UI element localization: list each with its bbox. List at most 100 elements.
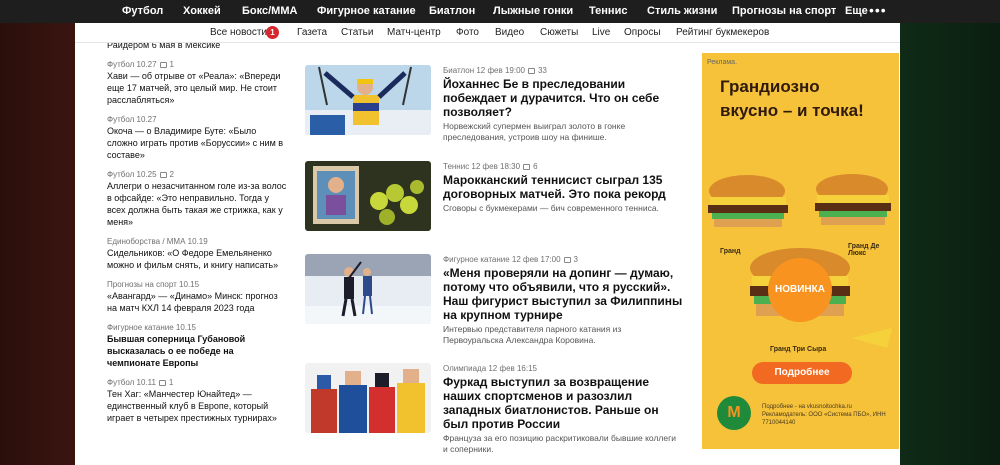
nav-tennis[interactable]: Теннис bbox=[589, 5, 627, 17]
news-lead: Француза за его позицию раскритиковали б… bbox=[443, 433, 676, 454]
nav-boxing-mma[interactable]: Бокс/ММА bbox=[242, 5, 297, 17]
brand-logo-icon: М bbox=[717, 396, 751, 430]
news-title[interactable]: Сидельников: «О Федоре Емельяненко можно… bbox=[107, 247, 287, 271]
comment-icon bbox=[158, 379, 166, 386]
news-lead: Сговоры с букмекерами — бич современного… bbox=[443, 203, 659, 213]
nav-football[interactable]: Футбол bbox=[122, 5, 163, 17]
news-rubric-time: Футбол 10.27 bbox=[107, 60, 157, 69]
new-badge: НОВИНКА bbox=[768, 258, 832, 322]
list-item[interactable]: Футбол 10.27 Окоча — о Владимире Буте: «… bbox=[107, 114, 287, 161]
news-title[interactable]: Фуркад выступил за возвращение наших спо… bbox=[443, 375, 683, 431]
news-title[interactable]: Хави — об отрыве от «Реала»: «Впереди ещ… bbox=[107, 70, 287, 106]
top-navigation: Футбол Хоккей Бокс/ММА Фигурное катание … bbox=[0, 0, 1000, 23]
news-title[interactable]: «Авангард» — «Динамо» Минск: прогноз на … bbox=[107, 290, 287, 314]
news-feed: Раидером 6 мая в Мексике Футбол 10.27 1 … bbox=[107, 43, 287, 432]
ad-more-button[interactable]: Подробнее bbox=[752, 362, 852, 384]
subnav-bookmaker-rating[interactable]: Рейтинг букмекеров bbox=[676, 27, 769, 38]
news-title[interactable]: Раидером 6 мая в Мексике bbox=[107, 43, 287, 51]
news-lead: Норвежский супермен выиграл золото в гон… bbox=[443, 121, 626, 142]
news-meta: Футбол 10.27 1 bbox=[107, 59, 287, 70]
comment-count: 1 bbox=[168, 378, 174, 387]
subnav-polls[interactable]: Опросы bbox=[624, 27, 661, 38]
list-item[interactable]: Футбол 10.25 2 Аллегри о незасчитанном г… bbox=[107, 169, 287, 228]
comment-count: 2 bbox=[169, 170, 174, 179]
news-meta: Фигурное катание 12 фев 17:00 3 bbox=[443, 254, 683, 265]
news-meta: Фигурное катание 10.15 bbox=[107, 322, 287, 333]
ad-caption: Гранд bbox=[720, 248, 741, 255]
news-text: Биатлон 12 фев 19:00 33 Йоханнес Бе в пр… bbox=[443, 65, 683, 143]
nav-more[interactable]: Еще bbox=[845, 5, 868, 17]
ad-caption: Гранд Де Люкс bbox=[848, 243, 880, 257]
list-item[interactable]: Единоборства / ММА 10.19 Сидельников: «О… bbox=[107, 236, 287, 271]
unread-badge: 1 bbox=[266, 26, 279, 39]
more-dots-icon[interactable]: ••• bbox=[869, 2, 887, 18]
comment-count: 33 bbox=[537, 66, 547, 75]
news-text: Олимпиада 12 фев 16:15 Фуркад выступил з… bbox=[443, 363, 683, 455]
subnav-articles[interactable]: Статьи bbox=[341, 27, 373, 38]
advertisement-banner[interactable]: Реклама. Грандиозно вкусно – и точка! НО… bbox=[702, 53, 899, 449]
nav-predictions[interactable]: Прогнозы на спорт bbox=[732, 5, 836, 17]
news-rubric-time: Единоборства / ММА 10.19 bbox=[107, 237, 208, 246]
comment-icon bbox=[527, 67, 535, 74]
news-photo-olympics[interactable] bbox=[305, 363, 431, 433]
list-item[interactable]: Раидером 6 мая в Мексике bbox=[107, 43, 287, 51]
news-meta: Единоборства / ММА 10.19 bbox=[107, 236, 287, 247]
subnav-video[interactable]: Видео bbox=[495, 27, 524, 38]
news-meta: Теннис 12 фев 18:30 6 bbox=[443, 161, 683, 172]
background-right bbox=[900, 0, 1000, 465]
ad-caption: Гранд Три Сыра bbox=[770, 346, 827, 353]
news-meta: Биатлон 12 фев 19:00 33 bbox=[443, 65, 683, 76]
news-rubric-time: Фигурное катание 10.15 bbox=[107, 323, 196, 332]
sub-navigation: Все новости Газета Статьи Матч-центр Фот… bbox=[75, 23, 900, 43]
comment-icon bbox=[523, 163, 531, 170]
news-title[interactable]: Йоханнес Бе в преследовании побеждает и … bbox=[443, 77, 683, 119]
news-title[interactable]: Марокканский теннисист сыграл 135 догово… bbox=[443, 173, 683, 201]
background-left bbox=[0, 0, 75, 465]
news-rubric-time: Теннис 12 фев 18:30 bbox=[443, 162, 521, 171]
news-title[interactable]: «Меня проверяли на допинг — думаю, потом… bbox=[443, 266, 683, 322]
news-meta: Прогнозы на спорт 10.15 bbox=[107, 279, 287, 290]
news-rubric-time: Футбол 10.25 bbox=[107, 170, 157, 179]
comment-count: 1 bbox=[169, 60, 174, 69]
subnav-live[interactable]: Live bbox=[592, 27, 610, 38]
list-item[interactable]: Фигурное катание 10.15 Бывшая соперница … bbox=[107, 322, 287, 369]
news-rubric-time: Футбол 10.27 bbox=[107, 115, 157, 124]
news-text: Теннис 12 фев 18:30 6 Марокканский тенни… bbox=[443, 161, 683, 214]
ad-headline: Грандиозно вкусно – и точка! bbox=[720, 77, 864, 120]
nav-biathlon[interactable]: Биатлон bbox=[429, 5, 475, 17]
comment-icon bbox=[159, 171, 167, 178]
news-meta: Олимпиада 12 фев 16:15 bbox=[443, 363, 683, 374]
list-item[interactable]: Футбол 10.11 1 Тен Хаг: «Манчестер Юнайт… bbox=[107, 377, 287, 424]
news-text: Фигурное катание 12 фев 17:00 3 «Меня пр… bbox=[443, 254, 683, 346]
nav-ski-racing[interactable]: Лыжные гонки bbox=[493, 5, 573, 17]
news-photo-figure-skating[interactable] bbox=[305, 254, 431, 324]
subnav-newspaper[interactable]: Газета bbox=[297, 27, 327, 38]
comment-icon bbox=[563, 256, 571, 263]
subnav-match-center[interactable]: Матч-центр bbox=[387, 27, 441, 38]
nav-hockey[interactable]: Хоккей bbox=[183, 5, 221, 17]
subnav-all-news[interactable]: Все новости bbox=[210, 27, 267, 38]
news-lead: Интервью представителя парного катания и… bbox=[443, 324, 622, 345]
comment-count: 3 bbox=[573, 255, 578, 264]
subnav-stories[interactable]: Сюжеты bbox=[540, 27, 578, 38]
news-rubric-time: Биатлон 12 фев 19:00 bbox=[443, 66, 525, 75]
news-meta: Футбол 10.11 1 bbox=[107, 377, 287, 388]
comment-count: 6 bbox=[533, 162, 538, 171]
news-rubric-time: Олимпиада 12 фев 16:15 bbox=[443, 364, 538, 373]
news-rubric-time: Фигурное катание 12 фев 17:00 bbox=[443, 255, 561, 264]
news-photo-tennis[interactable] bbox=[305, 161, 431, 231]
list-item[interactable]: Прогнозы на спорт 10.15 «Авангард» — «Ди… bbox=[107, 279, 287, 314]
subnav-photo[interactable]: Фото bbox=[456, 27, 479, 38]
nav-lifestyle[interactable]: Стиль жизни bbox=[647, 5, 717, 17]
news-title[interactable]: Тен Хаг: «Манчестер Юнайтед» — единствен… bbox=[107, 388, 287, 424]
list-item[interactable]: Футбол 10.27 1 Хави — об отрыве от «Реал… bbox=[107, 59, 287, 106]
comment-icon bbox=[159, 61, 167, 68]
news-title[interactable]: Аллегри о незасчитанном голе из-за волос… bbox=[107, 180, 287, 228]
news-title[interactable]: Бывшая соперница Губановой высказалась о… bbox=[107, 333, 287, 369]
news-title[interactable]: Окоча — о Владимире Буте: «Было сложно и… bbox=[107, 125, 287, 161]
news-photo-biathlon[interactable] bbox=[305, 65, 431, 135]
nav-figure-skating[interactable]: Фигурное катание bbox=[317, 5, 416, 17]
ad-fine-print: Подробнее - на vkusnoitochka.ru Рекламод… bbox=[762, 404, 886, 426]
news-rubric-time: Футбол 10.11 bbox=[107, 378, 156, 387]
news-rubric-time: Прогнозы на спорт 10.15 bbox=[107, 280, 200, 289]
